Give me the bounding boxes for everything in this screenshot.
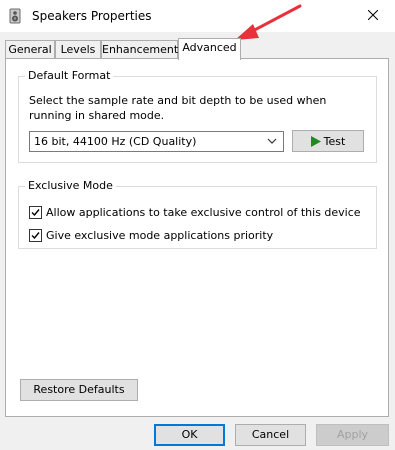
checkmark-icon xyxy=(31,209,40,217)
exclusive-mode-group: Exclusive Mode Allow applications to tak… xyxy=(18,179,377,249)
default-format-group: Default Format Select the sample rate an… xyxy=(18,69,377,163)
chevron-down-icon xyxy=(267,135,277,150)
tab-enhancements[interactable]: Enhancements xyxy=(101,40,184,58)
allow-exclusive-checkbox[interactable] xyxy=(29,206,42,219)
test-button[interactable]: Test xyxy=(292,130,364,152)
checkmark-icon xyxy=(31,232,40,240)
cancel-button[interactable]: Cancel xyxy=(235,424,306,446)
allow-exclusive-label: Allow applications to take exclusive con… xyxy=(46,206,361,219)
apply-button[interactable]: Apply xyxy=(316,424,389,446)
sample-rate-dropdown[interactable]: 16 bit, 44100 Hz (CD Quality) xyxy=(29,131,284,152)
sample-rate-value: 16 bit, 44100 Hz (CD Quality) xyxy=(34,135,197,148)
test-button-label: Test xyxy=(323,134,346,148)
window-title: Speakers Properties xyxy=(32,9,152,23)
play-icon xyxy=(310,135,321,147)
exclusive-priority-option[interactable]: Give exclusive mode applications priorit… xyxy=(29,229,273,242)
title-bar: Speakers Properties xyxy=(0,0,395,32)
restore-defaults-button[interactable]: Restore Defaults xyxy=(20,379,138,401)
tab-advanced[interactable]: Advanced xyxy=(178,38,241,60)
speaker-icon xyxy=(7,8,23,24)
advanced-panel: Default Format Select the sample rate an… xyxy=(5,58,389,417)
default-format-title: Default Format xyxy=(25,69,114,82)
exclusive-priority-label: Give exclusive mode applications priorit… xyxy=(46,229,274,242)
close-icon xyxy=(367,9,379,23)
exclusive-priority-checkbox[interactable] xyxy=(29,229,42,242)
default-format-description: Select the sample rate and bit depth to … xyxy=(29,94,327,122)
close-button[interactable] xyxy=(351,0,395,32)
allow-exclusive-control-option[interactable]: Allow applications to take exclusive con… xyxy=(29,206,361,219)
ok-button[interactable]: OK xyxy=(154,424,225,446)
tab-levels[interactable]: Levels xyxy=(55,40,101,58)
tab-general[interactable]: General xyxy=(5,40,55,58)
exclusive-mode-title: Exclusive Mode xyxy=(25,179,116,192)
